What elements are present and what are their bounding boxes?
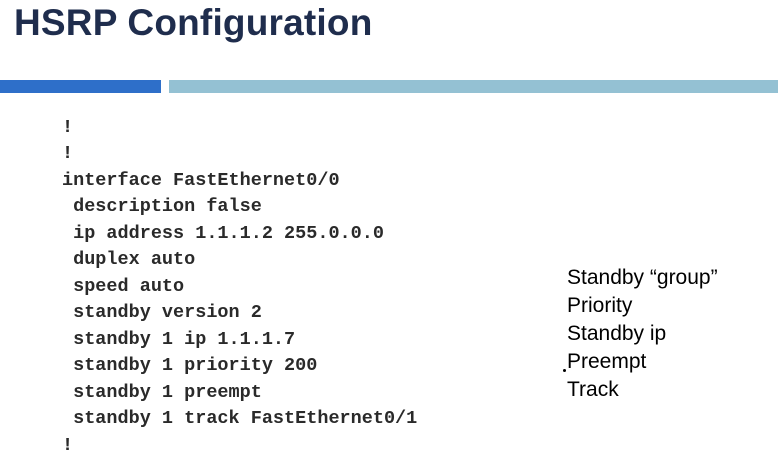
config-line: duplex auto: [62, 249, 196, 270]
config-line: standby 1 track FastEthernet0/1: [62, 408, 418, 429]
config-line: ip address 1.1.1.2 255.0.0.0: [62, 223, 384, 244]
bullet-dot: [563, 369, 566, 372]
note-standby-ip: Standby ip: [567, 322, 667, 345]
config-line: !: [62, 143, 74, 164]
accent-bar-right: [169, 80, 778, 93]
config-line: description false: [62, 196, 262, 217]
config-line: standby 1 preempt: [62, 382, 262, 403]
note-priority: Priority: [567, 294, 633, 317]
config-line: !: [62, 117, 74, 138]
config-notes-list: Standby “group” Priority Standby ip Pree…: [567, 264, 718, 404]
note-preempt: Preempt: [567, 350, 647, 373]
config-line: standby 1 priority 200: [62, 355, 318, 376]
config-line: interface FastEthernet0/0: [62, 170, 340, 191]
config-line: !: [62, 435, 74, 456]
accent-bar-left: [0, 80, 161, 93]
slide-title: HSRP Configuration: [14, 2, 373, 43]
config-line: speed auto: [62, 276, 185, 297]
config-line: standby 1 ip 1.1.1.7: [62, 329, 296, 350]
config-line: standby version 2: [62, 302, 262, 323]
note-standby-group: Standby “group”: [567, 266, 718, 289]
note-track: Track: [567, 378, 619, 401]
